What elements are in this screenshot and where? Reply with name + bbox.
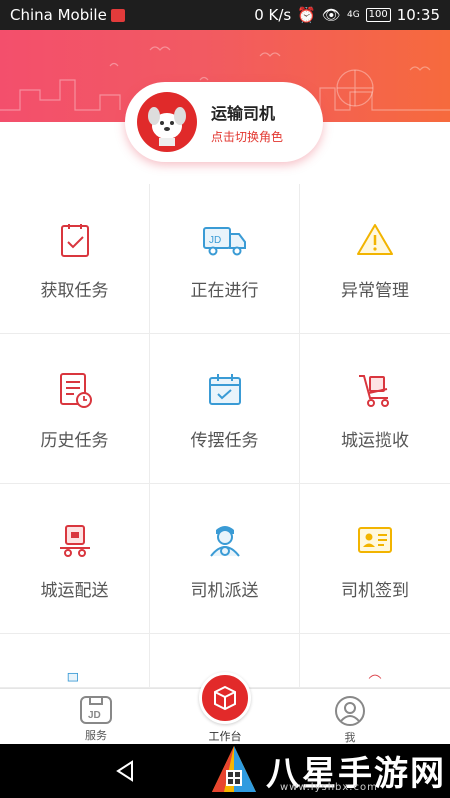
grid-label: 司机派送 <box>190 581 259 601</box>
carrier-name: China Mobile <box>10 6 107 24</box>
jd-truck-icon: JD <box>202 227 246 256</box>
grid-item-history[interactable]: 历史任务 <box>0 334 150 484</box>
driver-mascot-avatar <box>137 92 197 152</box>
alarm-icon: ⏰ <box>297 6 316 24</box>
workbench-button[interactable] <box>199 672 251 724</box>
svg-text:JD: JD <box>88 710 101 721</box>
battery-icon: 100 <box>365 8 391 22</box>
driver-avatar-icon <box>209 526 240 557</box>
back-icon[interactable] <box>115 760 135 782</box>
grid-item-city-delivery[interactable]: 城运配送 <box>0 484 150 634</box>
profile-icon <box>335 696 365 726</box>
sim-icon <box>110 8 125 22</box>
grid-item-partial-1[interactable] <box>0 634 150 688</box>
grid-label: 传摆任务 <box>190 431 259 451</box>
history-document-icon <box>59 373 92 408</box>
clipboard-check-icon <box>60 224 89 257</box>
blue-truck-icon <box>67 672 78 682</box>
grid-label: 正在进行 <box>190 281 259 301</box>
red-arc-icon <box>368 674 382 679</box>
grid-label: 异常管理 <box>341 281 409 301</box>
svg-text:JD: JD <box>209 235 221 246</box>
grid-label: 历史任务 <box>40 431 109 451</box>
jd-service-icon: JD <box>80 696 112 724</box>
clock: 10:35 <box>396 6 440 24</box>
role-switch-card[interactable]: 运输司机 点击切换角色 <box>125 82 323 162</box>
grid-label: 城运揽收 <box>341 431 409 451</box>
nav-service[interactable]: JD 服务 <box>66 695 126 743</box>
watermark: 八星手游网 www.lyshbx.com <box>200 742 450 798</box>
delivery-cart-icon <box>59 525 90 557</box>
status-bar: China Mobile 0 K/s ⏰ 👁 4G 100 10:35 <box>0 0 450 30</box>
grid-label: 司机签到 <box>341 581 409 601</box>
network-type: 4G <box>346 10 360 20</box>
watermark-logo-icon <box>212 746 256 792</box>
grid-item-transfer-task[interactable]: 传摆任务 <box>150 334 300 484</box>
grid-item-in-progress[interactable]: JD 正在进行 <box>150 184 300 334</box>
app-screen: China Mobile 0 K/s ⏰ 👁 4G 100 10:35 运输司机… <box>0 0 450 798</box>
hand-cart-icon <box>359 375 389 407</box>
grid-item-city-pickup[interactable]: 城运揽收 <box>300 334 450 484</box>
id-card-icon <box>358 527 392 553</box>
grid-item-get-task[interactable]: 获取任务 <box>0 184 150 334</box>
cube-icon <box>214 685 236 711</box>
grid-label: 获取任务 <box>40 281 109 301</box>
grid-item-driver-signin[interactable]: 司机签到 <box>300 484 450 634</box>
grid-item-partial-3[interactable] <box>300 634 450 688</box>
grid-item-exception[interactable]: 异常管理 <box>300 184 450 334</box>
network-speed: 0 K/s <box>254 6 292 24</box>
role-title: 运输司机 <box>211 103 276 123</box>
watermark-url: www.lyshbx.com <box>280 782 378 793</box>
nav-me[interactable]: 我 <box>320 695 380 745</box>
status-right: 0 K/s ⏰ 👁 4G 100 10:35 <box>254 6 440 24</box>
switch-role-link[interactable]: 点击切换角色 <box>211 128 283 145</box>
carrier: China Mobile <box>10 6 254 24</box>
nav-service-label: 服务 <box>85 729 107 742</box>
calendar-check-icon <box>208 374 241 405</box>
warning-triangle-icon <box>357 224 393 255</box>
eye-icon: 👁 <box>321 6 341 24</box>
grid-item-driver-delivery[interactable]: 司机派送 <box>150 484 300 634</box>
grid-label: 城运配送 <box>40 581 109 601</box>
